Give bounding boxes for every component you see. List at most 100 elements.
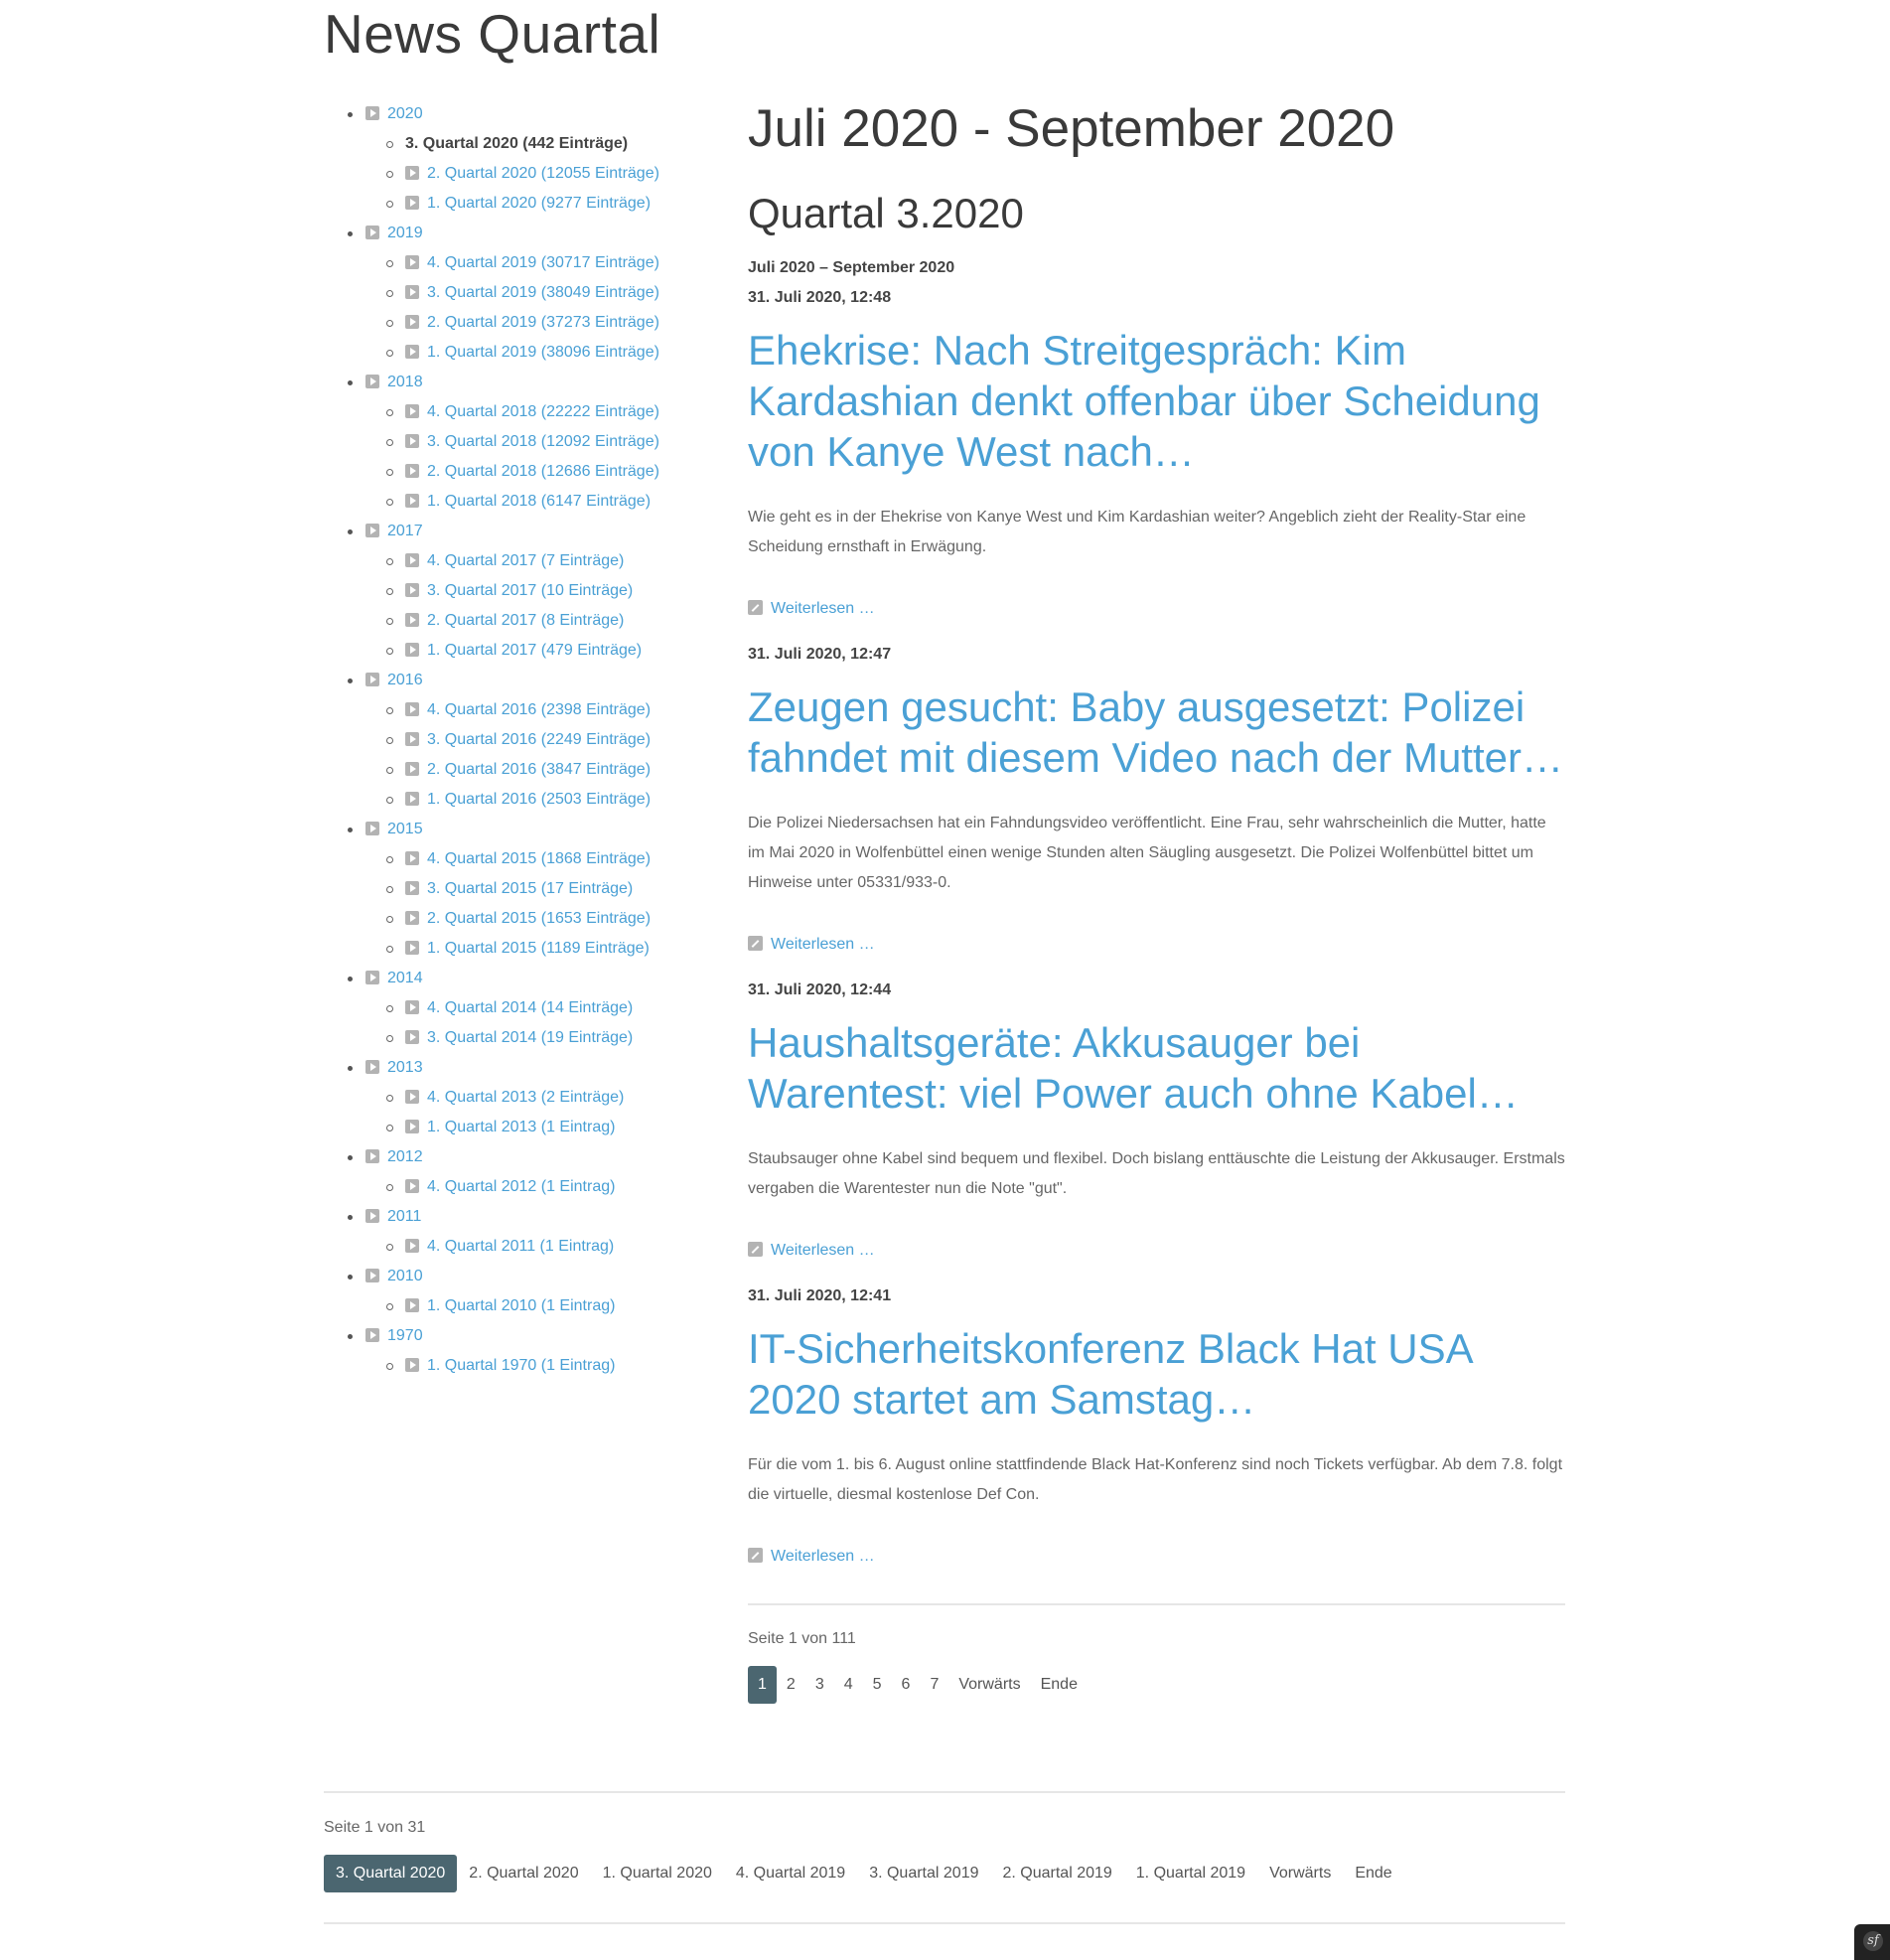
tree-year-link[interactable]: 2010 bbox=[387, 1268, 423, 1284]
expand-arrow-icon[interactable] bbox=[365, 1060, 379, 1074]
page-link[interactable]: 6 bbox=[892, 1666, 921, 1704]
last-page-link[interactable]: Ende bbox=[1343, 1855, 1403, 1892]
tree-quarter-link[interactable]: 3. Quartal 2016 (2249 Einträge) bbox=[427, 731, 651, 748]
tree-quarter-link[interactable]: 4. Quartal 2013 (2 Einträge) bbox=[427, 1089, 624, 1106]
expand-arrow-icon[interactable] bbox=[405, 732, 419, 746]
expand-arrow-icon[interactable] bbox=[405, 1239, 419, 1253]
tree-quarter-link[interactable]: 4. Quartal 2012 (1 Eintrag) bbox=[427, 1178, 615, 1195]
tree-quarter-link[interactable]: 3. Quartal 2018 (12092 Einträge) bbox=[427, 433, 659, 450]
page-link-current[interactable]: 3. Quartal 2020 bbox=[324, 1855, 458, 1892]
tree-quarter-link[interactable]: 2. Quartal 2020 (12055 Einträge) bbox=[427, 165, 659, 182]
expand-arrow-icon[interactable] bbox=[405, 196, 419, 210]
expand-arrow-icon[interactable] bbox=[365, 1149, 379, 1163]
tree-quarter-link[interactable]: 4. Quartal 2014 (14 Einträge) bbox=[427, 999, 633, 1016]
tree-quarter-link[interactable]: 3. Quartal 2019 (38049 Einträge) bbox=[427, 284, 659, 301]
expand-arrow-icon[interactable] bbox=[405, 315, 419, 329]
expand-arrow-icon[interactable] bbox=[405, 941, 419, 955]
expand-arrow-icon[interactable] bbox=[405, 1000, 419, 1014]
page-link[interactable]: 2. Quartal 2020 bbox=[457, 1855, 590, 1892]
expand-arrow-icon[interactable] bbox=[405, 345, 419, 359]
tree-quarter-link[interactable]: 4. Quartal 2018 (22222 Einträge) bbox=[427, 403, 659, 420]
tree-quarter-link[interactable]: 4. Quartal 2011 (1 Eintrag) bbox=[427, 1238, 614, 1255]
page-link[interactable]: 3 bbox=[805, 1666, 834, 1704]
expand-arrow-icon[interactable] bbox=[365, 673, 379, 686]
expand-arrow-icon[interactable] bbox=[365, 822, 379, 835]
expand-arrow-icon[interactable] bbox=[405, 762, 419, 776]
tree-year-link[interactable]: 1970 bbox=[387, 1327, 423, 1344]
expand-arrow-icon[interactable] bbox=[365, 375, 379, 388]
expand-arrow-icon[interactable] bbox=[405, 583, 419, 597]
expand-arrow-icon[interactable] bbox=[405, 285, 419, 299]
tree-year-link[interactable]: 2012 bbox=[387, 1148, 423, 1165]
expand-arrow-icon[interactable] bbox=[405, 553, 419, 567]
expand-arrow-icon[interactable] bbox=[405, 494, 419, 508]
tree-quarter-link[interactable]: 3. Quartal 2017 (10 Einträge) bbox=[427, 582, 633, 599]
tree-quarter-link[interactable]: 1. Quartal 2018 (6147 Einträge) bbox=[427, 493, 651, 510]
expand-arrow-icon[interactable] bbox=[405, 1179, 419, 1193]
page-link[interactable]: 4. Quartal 2019 bbox=[724, 1855, 857, 1892]
page-link[interactable]: 7 bbox=[920, 1666, 948, 1704]
expand-arrow-icon[interactable] bbox=[365, 226, 379, 239]
expand-arrow-icon[interactable] bbox=[405, 1358, 419, 1372]
expand-arrow-icon[interactable] bbox=[405, 702, 419, 716]
debug-toolbar-button[interactable]: sf bbox=[1854, 1924, 1890, 1960]
page-link[interactable]: 2. Quartal 2019 bbox=[990, 1855, 1123, 1892]
last-page-link[interactable]: Ende bbox=[1031, 1666, 1088, 1704]
tree-quarter-link[interactable]: 1. Quartal 2017 (479 Einträge) bbox=[427, 642, 642, 659]
tree-quarter-link[interactable]: 4. Quartal 2017 (7 Einträge) bbox=[427, 552, 624, 569]
expand-arrow-icon[interactable] bbox=[405, 792, 419, 806]
article-headline-link[interactable]: Haushaltsgeräte: Akkusauger bei Warentes… bbox=[748, 1017, 1565, 1119]
article-headline-link[interactable]: Zeugen gesucht: Baby ausgesetzt: Polizei… bbox=[748, 681, 1565, 783]
article-headline-link[interactable]: Ehekrise: Nach Streitgespräch: Kim Karda… bbox=[748, 325, 1565, 477]
expand-arrow-icon[interactable] bbox=[405, 1298, 419, 1312]
tree-quarter-link[interactable]: 1. Quartal 2020 (9277 Einträge) bbox=[427, 195, 651, 212]
tree-year-link[interactable]: 2011 bbox=[387, 1208, 421, 1225]
tree-quarter-link[interactable]: 2. Quartal 2015 (1653 Einträge) bbox=[427, 910, 651, 927]
tree-year-link[interactable]: 2020 bbox=[387, 105, 423, 122]
expand-arrow-icon[interactable] bbox=[405, 255, 419, 269]
tree-year-link[interactable]: 2019 bbox=[387, 225, 423, 241]
expand-arrow-icon[interactable] bbox=[365, 106, 379, 120]
page-link[interactable]: 2 bbox=[777, 1666, 805, 1704]
expand-arrow-icon[interactable] bbox=[405, 464, 419, 478]
tree-year-link[interactable]: 2014 bbox=[387, 970, 423, 986]
tree-quarter-link[interactable]: 2. Quartal 2019 (37273 Einträge) bbox=[427, 314, 659, 331]
expand-arrow-icon[interactable] bbox=[405, 613, 419, 627]
expand-arrow-icon[interactable] bbox=[405, 643, 419, 657]
page-link[interactable]: 1. Quartal 2020 bbox=[591, 1855, 724, 1892]
expand-arrow-icon[interactable] bbox=[405, 911, 419, 925]
read-more-link[interactable]: Weiterlesen … bbox=[748, 930, 1565, 960]
expand-arrow-icon[interactable] bbox=[405, 1090, 419, 1104]
tree-quarter-link[interactable]: 3. Quartal 2015 (17 Einträge) bbox=[427, 880, 633, 897]
tree-quarter-link[interactable]: 1. Quartal 2010 (1 Eintrag) bbox=[427, 1297, 615, 1314]
expand-arrow-icon[interactable] bbox=[405, 851, 419, 865]
read-more-link[interactable]: Weiterlesen … bbox=[748, 1542, 1565, 1572]
tree-quarter-link[interactable]: 4. Quartal 2015 (1868 Einträge) bbox=[427, 850, 651, 867]
expand-arrow-icon[interactable] bbox=[365, 971, 379, 984]
tree-quarter-link[interactable]: 1. Quartal 2019 (38096 Einträge) bbox=[427, 344, 659, 361]
tree-quarter-link[interactable]: 1. Quartal 2016 (2503 Einträge) bbox=[427, 791, 651, 808]
page-link-current[interactable]: 1 bbox=[748, 1666, 777, 1704]
expand-arrow-icon[interactable] bbox=[405, 166, 419, 180]
article-headline-link[interactable]: IT-Sicherheitskonferenz Black Hat USA 20… bbox=[748, 1323, 1565, 1425]
expand-arrow-icon[interactable] bbox=[405, 1120, 419, 1133]
tree-quarter-link[interactable]: 4. Quartal 2019 (30717 Einträge) bbox=[427, 254, 659, 271]
expand-arrow-icon[interactable] bbox=[405, 1030, 419, 1044]
tree-quarter-link[interactable]: 1. Quartal 2015 (1189 Einträge) bbox=[427, 940, 650, 957]
tree-quarter-link[interactable]: 2. Quartal 2018 (12686 Einträge) bbox=[427, 463, 659, 480]
tree-quarter-link[interactable]: 4. Quartal 2016 (2398 Einträge) bbox=[427, 701, 651, 718]
next-page-link[interactable]: Vorwärts bbox=[948, 1666, 1030, 1704]
tree-quarter-link[interactable]: 2. Quartal 2017 (8 Einträge) bbox=[427, 612, 624, 629]
tree-year-link[interactable]: 2015 bbox=[387, 821, 423, 837]
expand-arrow-icon[interactable] bbox=[365, 1209, 379, 1223]
page-link[interactable]: 3. Quartal 2019 bbox=[857, 1855, 990, 1892]
expand-arrow-icon[interactable] bbox=[365, 524, 379, 537]
tree-quarter-link[interactable]: 3. Quartal 2014 (19 Einträge) bbox=[427, 1029, 633, 1046]
page-link[interactable]: 1. Quartal 2019 bbox=[1124, 1855, 1257, 1892]
tree-quarter-link[interactable]: 2. Quartal 2016 (3847 Einträge) bbox=[427, 761, 651, 778]
tree-year-link[interactable]: 2017 bbox=[387, 523, 423, 539]
tree-year-link[interactable]: 2013 bbox=[387, 1059, 423, 1076]
tree-quarter-link[interactable]: 1. Quartal 1970 (1 Eintrag) bbox=[427, 1357, 615, 1374]
page-link[interactable]: 5 bbox=[863, 1666, 892, 1704]
tree-year-link[interactable]: 2018 bbox=[387, 374, 423, 390]
